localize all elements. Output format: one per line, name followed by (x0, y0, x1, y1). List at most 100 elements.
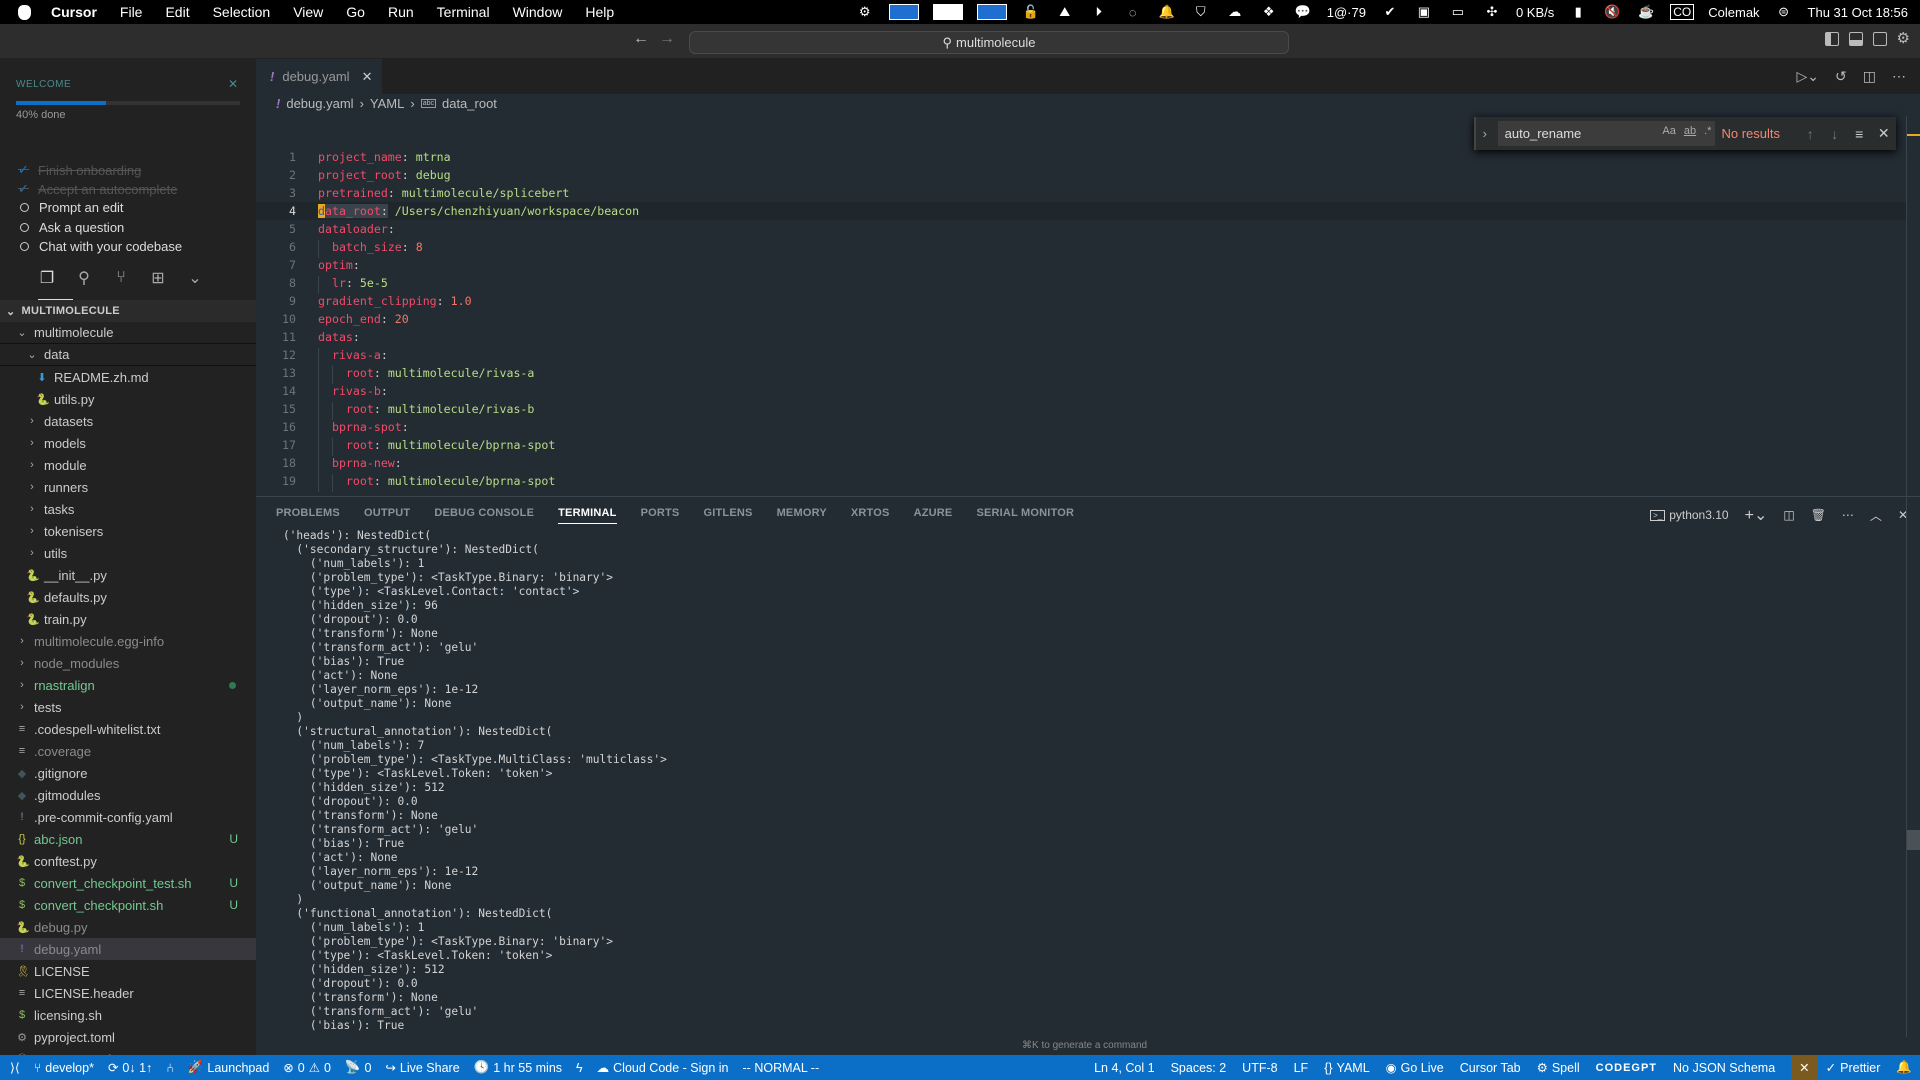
code-editor[interactable]: 1 project_name: mtrna 2 project_root: debug… (256, 148, 1906, 492)
keyboard-badge[interactable]: CO (1670, 4, 1695, 20)
mountains-icon[interactable]: ⛰ (1055, 4, 1075, 20)
tree-file[interactable]: $ convert_checkpoint_test.sh U (0, 872, 256, 894)
network-graph-icon[interactable] (976, 4, 1007, 20)
play-circle-icon[interactable]: ⏵ (1089, 4, 1109, 20)
toggle-panel-icon[interactable] (1848, 32, 1863, 46)
display-icon[interactable]: ▭ (1448, 4, 1468, 20)
tree-folder[interactable]: › runners (0, 476, 256, 498)
prettier[interactable]: ✓ Prettier (1826, 1060, 1881, 1076)
tree-file[interactable]: ◆ .gitmodules (0, 784, 256, 806)
end-of-line[interactable]: LF (1294, 1061, 1309, 1075)
forward-arrow-icon[interactable]: → (659, 30, 675, 48)
chevron-down-icon[interactable]: ⌄ (186, 269, 204, 287)
onboarding-task[interactable]: ✓ Finish onboarding (18, 162, 141, 178)
tree-file[interactable]: 🐍 defaults.py (0, 586, 256, 608)
split-editor-icon[interactable]: ◫ (1863, 68, 1876, 85)
lightning-icon[interactable]: ϟ (576, 1061, 583, 1075)
close-tab-icon[interactable]: ✕ (362, 69, 373, 85)
kill-terminal-trash-icon[interactable]: 🗑 (1811, 508, 1826, 522)
openai-icon[interactable]: ⚙ (855, 4, 875, 20)
coffee-icon[interactable]: ☕ (1636, 4, 1656, 20)
problems-count[interactable]: ⊗ 0 ⚠ 0 (283, 1060, 331, 1076)
fan-icon[interactable]: ✣ (1482, 4, 1502, 20)
breadcrumb-symbol[interactable]: data_root (442, 96, 497, 111)
language-mode[interactable]: {} YAML (1324, 1061, 1369, 1075)
tree-folder[interactable]: ⌄ multimolecule (0, 322, 256, 344)
spell-check[interactable]: ⚙ Spell (1537, 1060, 1580, 1076)
keyboard-layout[interactable]: Colemak (1708, 5, 1759, 20)
cloud-code[interactable]: ☁ Cloud Code - Sign in (597, 1060, 729, 1076)
close-find-icon[interactable]: ✕ (1872, 125, 1897, 142)
tree-file[interactable]: ≡ .codespell-whitelist.txt (0, 718, 256, 740)
panel-tab-ports[interactable]: PORTS (641, 507, 680, 524)
menu-help[interactable]: Help (585, 4, 614, 20)
terminal-output[interactable]: ('heads'): NestedDict( ('secondary_struc… (256, 529, 1856, 1033)
onboarding-task[interactable]: Prompt an edit (18, 200, 124, 215)
tree-folder[interactable]: ⌄ data (0, 344, 256, 366)
memory-graph-icon[interactable] (932, 4, 963, 20)
menu-view[interactable]: View (293, 4, 323, 20)
panel-tab-azure[interactable]: AZURE (914, 507, 953, 524)
tree-file[interactable]: 🐍 debug.py (0, 916, 256, 938)
bell-icon[interactable]: 🔔 (1157, 4, 1177, 20)
apple-icon[interactable] (18, 4, 31, 20)
tree-file[interactable]: ⬇ README.zh.md (0, 366, 256, 388)
search-icon[interactable]: ⚲ (75, 269, 93, 287)
menu-go[interactable]: Go (346, 4, 365, 20)
tree-folder[interactable]: › models (0, 432, 256, 454)
back-arrow-icon[interactable]: ← (633, 30, 649, 48)
timeline-history-icon[interactable]: ↺ (1835, 68, 1847, 85)
panel-tab-gitlens[interactable]: GITLENS (703, 507, 752, 524)
split-terminal-icon[interactable]: ◫ (1783, 508, 1794, 522)
lock-icon[interactable]: 🔓 (1021, 4, 1041, 20)
settings-gear-icon[interactable]: ⚙ (1897, 31, 1910, 46)
panel-tab-problems[interactable]: PROBLEMS (276, 507, 340, 524)
tree-file[interactable]: ! debug.yaml (0, 938, 256, 960)
indentation[interactable]: Spaces: 2 (1171, 1061, 1227, 1075)
panel-tab-output[interactable]: OUTPUT (364, 507, 410, 524)
volume-muted-icon[interactable]: 🔇 (1602, 4, 1622, 20)
dropbox-icon[interactable]: ❖ (1259, 4, 1279, 20)
toggle-secondary-sidebar-icon[interactable] (1872, 32, 1887, 46)
tree-file[interactable]: ! .pre-commit-config.yaml (0, 806, 256, 828)
more-actions-icon[interactable]: ⋯ (1892, 68, 1906, 85)
menu-edit[interactable]: Edit (165, 4, 189, 20)
tree-file[interactable]: 🐍 train.py (0, 608, 256, 630)
tree-file[interactable]: 🐍 utils.py (0, 388, 256, 410)
tree-file[interactable]: $ licensing.sh (0, 1004, 256, 1026)
tree-file[interactable]: ⚙ pyproject.toml (0, 1026, 256, 1048)
command-center-search[interactable]: ⚲ multimolecule (689, 31, 1289, 54)
tree-folder[interactable]: › tasks (0, 498, 256, 520)
codegpt[interactable]: CODEGPT (1596, 1062, 1657, 1074)
tab-debug-yaml[interactable]: ! debug.yaml ✕ (256, 59, 382, 94)
panel-tab-serial-monitor[interactable]: SERIAL MONITOR (976, 507, 1074, 524)
wechat-icon[interactable]: 💬 (1293, 4, 1313, 20)
check-arrow-icon[interactable]: ✔ (1380, 4, 1400, 20)
notifications-bell-icon[interactable]: 🔔 (1896, 1060, 1912, 1075)
explorer-section-header[interactable]: ⌄ MULTIMOLECULE (0, 300, 256, 322)
breadcrumb-file[interactable]: debug.yaml (286, 96, 353, 111)
tree-file[interactable]: 🐍 __init__.py (0, 564, 256, 586)
run-icon[interactable]: ▷⌄ (1797, 68, 1820, 85)
tree-file[interactable]: ≡ .coverage (0, 740, 256, 762)
json-schema[interactable]: No JSON Schema (1673, 1061, 1775, 1075)
shield-icon[interactable]: ⛉ (1191, 4, 1211, 20)
menu-run[interactable]: Run (388, 4, 414, 20)
whole-word-toggle[interactable]: ab (1684, 125, 1696, 137)
menu-terminal[interactable]: Terminal (437, 4, 490, 20)
onboarding-task[interactable]: ✓ Accept an autocomplete (18, 181, 177, 197)
tree-file[interactable]: 🐍 conftest.py (0, 850, 256, 872)
git-graph-icon[interactable]: ⑃ (166, 1061, 174, 1075)
regex-toggle[interactable]: .* (1704, 125, 1711, 137)
encoding[interactable]: UTF-8 (1242, 1061, 1277, 1075)
tree-file[interactable]: 🎗 LICENSE (0, 960, 256, 982)
cpu-graph-icon[interactable] (888, 4, 919, 20)
menu-app-name[interactable]: Cursor (51, 4, 97, 20)
find-in-selection-icon[interactable]: ≡ (1847, 126, 1872, 142)
cursor-tab[interactable]: Cursor Tab (1460, 1061, 1521, 1075)
onboarding-task[interactable]: Chat with your codebase (18, 239, 182, 254)
panel-tab-debug-console[interactable]: DEBUG CONSOLE (434, 507, 534, 524)
terminal-scrollbar-thumb[interactable] (1907, 830, 1920, 850)
git-branch[interactable]: ⑂ develop* (34, 1061, 94, 1075)
cursor-position[interactable]: Ln 4, Col 1 (1094, 1061, 1154, 1075)
